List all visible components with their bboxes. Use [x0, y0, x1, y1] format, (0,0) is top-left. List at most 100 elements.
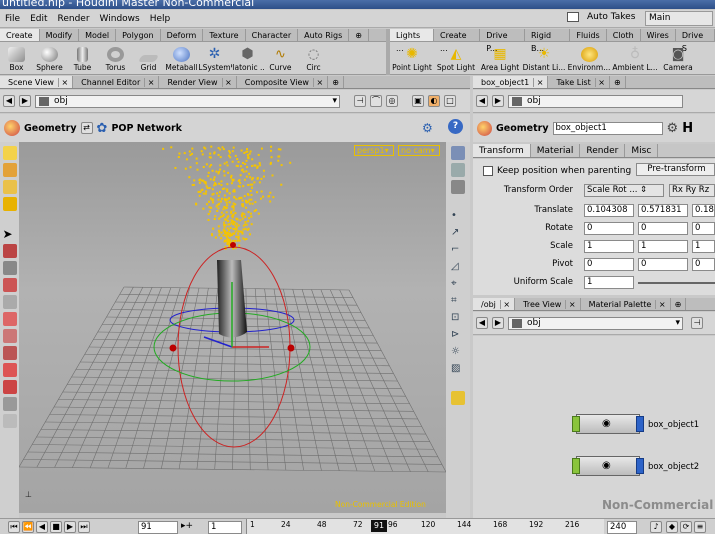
node-box-object2[interactable]: ◉ [572, 456, 644, 476]
network-pin-icon[interactable]: ⊣ [691, 317, 703, 329]
tab-composite-view[interactable]: Composite View × [237, 76, 329, 88]
shelf-tab-character[interactable]: Character [246, 29, 299, 41]
uniform-scale-field[interactable]: 1 [584, 276, 634, 289]
shelf-tab-create-2[interactable]: Create ... [434, 29, 481, 53]
current-frame-field[interactable]: 91 [138, 521, 178, 534]
tab-scene-view[interactable]: Scene View × [0, 76, 74, 88]
menu-edit[interactable]: Edit [25, 14, 52, 24]
tab-channel-editor[interactable]: Channel Editor × [73, 76, 160, 88]
tab-transform[interactable]: Transform [473, 144, 531, 157]
tool-grid[interactable]: Grid [132, 42, 165, 74]
menu-help[interactable]: Help [145, 14, 176, 24]
tab-material[interactable]: Material [531, 144, 581, 157]
select-tool-icon[interactable] [2, 146, 17, 160]
play-reverse-icon[interactable]: ◀ [36, 521, 48, 533]
pivot-handle-left[interactable] [169, 344, 177, 352]
add-pane-tab-icon[interactable]: ⊕ [328, 76, 344, 88]
menu-render[interactable]: Render [53, 14, 95, 24]
audio-icon[interactable]: ♪ [650, 521, 662, 533]
view-tool-icon[interactable] [2, 261, 17, 275]
network-forward-icon[interactable]: ▶ [492, 317, 504, 329]
shelf-tab-model[interactable]: Model [79, 29, 117, 41]
realtime-icon[interactable]: ⟳ [680, 521, 692, 533]
shelf-tab-drive-s[interactable]: Drive S [676, 29, 715, 53]
tool-spot-light[interactable]: ◭ Spot Light [434, 42, 478, 74]
prim-display-icon[interactable]: ◿ [451, 261, 465, 275]
tab-box-object1[interactable]: box_object1 × [473, 76, 549, 88]
link-icon[interactable]: ⌒ [370, 95, 382, 107]
camera-tool-icon[interactable] [2, 397, 17, 411]
paint-tool-icon[interactable] [2, 329, 17, 343]
add-shelf-tab-icon[interactable]: ⊕ [349, 29, 369, 41]
rotate-x-field[interactable]: 0 [584, 222, 634, 235]
z-axis-handle[interactable] [203, 336, 233, 348]
end-frame-field[interactable]: 240 [607, 521, 637, 534]
tool-point-light[interactable]: ✺ Point Light [390, 42, 434, 74]
translate-y-field[interactable]: 0.571831 [638, 204, 688, 217]
tool-box[interactable]: Box [0, 42, 33, 74]
handle-tool-icon[interactable] [2, 244, 17, 258]
jump-start-icon[interactable]: ⏮ [8, 521, 20, 533]
geometry-context-label[interactable]: Geometry [24, 123, 77, 134]
camera-persp-menu[interactable]: persp1▾ [354, 145, 394, 156]
network-back-icon[interactable]: ◀ [476, 317, 488, 329]
visibility-icon[interactable] [451, 180, 465, 194]
fur-tool-icon[interactable] [2, 380, 17, 394]
uniform-scale-slider[interactable] [638, 282, 715, 284]
rotate-order-select[interactable]: Rx Ry Rz [669, 184, 715, 197]
scale-z-field[interactable]: 1 [692, 240, 715, 253]
shelf-tab-fluids[interactable]: Fluids [570, 29, 607, 41]
desktop-select[interactable]: Main [645, 11, 713, 26]
snap-icon[interactable]: ◎ [386, 95, 398, 107]
tool-circle[interactable]: ◌ Circ [297, 42, 330, 74]
back-arrow-icon[interactable]: ◀ [3, 95, 15, 107]
pivot-handle-top[interactable] [230, 242, 236, 248]
camera-display-icon[interactable]: ⊳ [451, 329, 465, 343]
pop-network-label[interactable]: POP Network [111, 123, 182, 134]
3d-viewport[interactable]: persp1▾ no cam▾ Non-Commercial Edition ⊥ [19, 142, 446, 513]
light-display-icon[interactable]: ☼ [451, 346, 465, 360]
move-tool-icon[interactable] [2, 163, 17, 177]
maximize-icon[interactable]: □ [444, 95, 456, 107]
node-name-field[interactable]: box_object1 [552, 121, 663, 135]
network-editor[interactable]: ◉ box_object1 ◉ box_object2 Non-Commerci… [473, 336, 715, 518]
sculpt-tool-icon[interactable] [2, 312, 17, 326]
rotate-z-field[interactable]: 0 [692, 222, 715, 235]
play-icon[interactable]: ▶ [64, 521, 76, 533]
scene-path-field[interactable]: obj ▾ [35, 94, 340, 108]
tab-misc[interactable]: Misc [625, 144, 659, 157]
rotate-y-field[interactable]: 0 [638, 222, 688, 235]
param-path-field[interactable]: obj [508, 94, 683, 108]
shelf-tab-auto-rigs[interactable]: Auto Rigs [298, 29, 350, 41]
shading-icon[interactable]: ◐ [428, 95, 440, 107]
pretransform-button[interactable]: Pre-transform [636, 163, 715, 176]
shelf-tab-create[interactable]: Create [0, 29, 40, 41]
add-network-tab-icon[interactable]: ⊕ [671, 298, 687, 310]
tool-camera[interactable]: ◙ Camera [658, 42, 698, 74]
layout-grid-icon[interactable] [451, 391, 465, 405]
display-options-icon[interactable] [451, 146, 465, 160]
ghost-icon[interactable] [451, 163, 465, 177]
tab-render-view[interactable]: Render View × [159, 76, 237, 88]
menu-file[interactable]: File [0, 14, 25, 24]
translate-z-field[interactable]: 0.18 [692, 204, 715, 217]
display-cube-icon[interactable]: ▣ [412, 95, 424, 107]
step-back-icon[interactable]: ⏪ [22, 521, 34, 533]
param-back-icon[interactable]: ◀ [476, 95, 488, 107]
auto-takes-checkbox[interactable] [567, 12, 579, 22]
pointer-icon[interactable]: ➤ [3, 227, 17, 241]
current-frame-marker[interactable]: 91 [371, 520, 387, 532]
frame-step-icon[interactable]: ▸+ [181, 521, 193, 531]
pin-icon[interactable]: ⊣ [354, 95, 366, 107]
uv-display-icon[interactable]: ⌖ [451, 278, 465, 292]
param-help-button[interactable]: H [682, 121, 693, 136]
scale-tool-icon[interactable] [2, 197, 17, 211]
pivot-x-field[interactable]: 0 [584, 258, 634, 271]
rotate-tool-icon[interactable] [2, 180, 17, 194]
shelf-tab-deform[interactable]: Deform [161, 29, 204, 41]
tool-ambient-light[interactable]: ♁ Ambient L... [612, 42, 658, 74]
help-icon[interactable]: ? [448, 119, 463, 134]
shelf-tab-cloth[interactable]: Cloth [607, 29, 641, 41]
shelf-tab-texture[interactable]: Texture [203, 29, 246, 41]
render-tool-icon[interactable] [2, 414, 17, 428]
